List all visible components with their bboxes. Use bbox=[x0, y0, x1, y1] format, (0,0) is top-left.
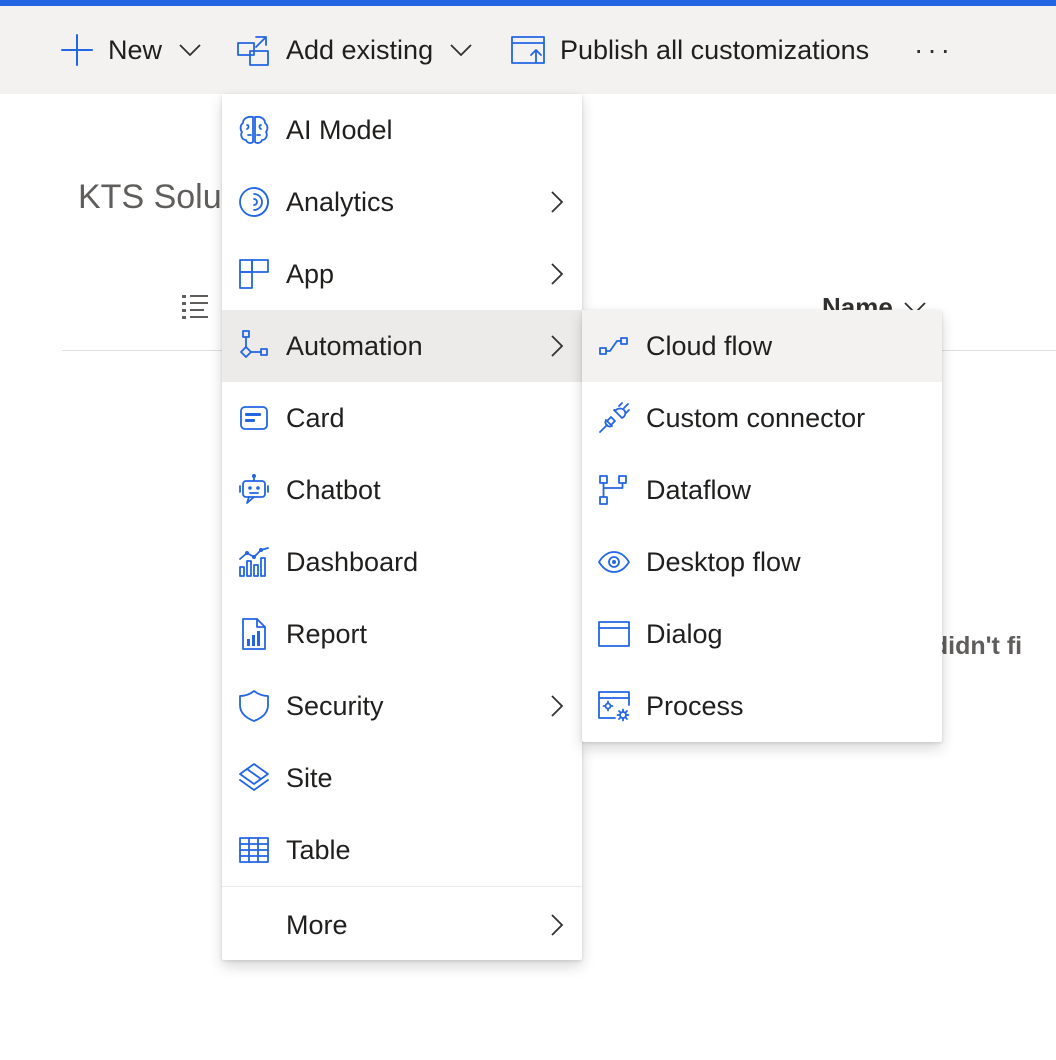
submenu-item-label: Dialog bbox=[646, 618, 723, 649]
menu-item-label: App bbox=[286, 258, 335, 289]
add-existing-menu: AI Model Analytics App Automation Card C… bbox=[222, 94, 582, 960]
add-existing-icon bbox=[237, 36, 269, 66]
menu-item-label: More bbox=[286, 909, 348, 940]
menu-item-label: Table bbox=[286, 834, 351, 865]
list-view-icon[interactable] bbox=[180, 292, 212, 320]
menu-item-label: Site bbox=[286, 762, 333, 793]
submenu-item-dataflow[interactable]: Dataflow bbox=[582, 454, 942, 526]
brain-icon bbox=[236, 112, 272, 148]
chevron-right-icon bbox=[551, 263, 564, 285]
publish-all-button[interactable]: Publish all customizations bbox=[510, 6, 869, 94]
menu-item-site[interactable]: Site bbox=[222, 742, 582, 814]
chevron-right-icon bbox=[551, 335, 564, 357]
submenu-item-label: Dataflow bbox=[646, 474, 752, 505]
submenu-item-desktop-flow[interactable]: Desktop flow bbox=[582, 526, 942, 598]
eye-icon bbox=[596, 544, 632, 580]
plug-icon bbox=[596, 400, 632, 436]
menu-item-label: Automation bbox=[286, 330, 423, 361]
menu-item-ai-model[interactable]: AI Model bbox=[222, 94, 582, 166]
menu-item-dashboard[interactable]: Dashboard bbox=[222, 526, 582, 598]
chevron-right-icon bbox=[551, 914, 564, 936]
submenu-item-label: Desktop flow bbox=[646, 546, 801, 577]
add-existing-label: Add existing bbox=[286, 34, 434, 65]
table-icon bbox=[236, 832, 272, 868]
menu-item-label: Report bbox=[286, 618, 368, 649]
submenu-item-dialog[interactable]: Dialog bbox=[582, 598, 942, 670]
menu-item-label: Card bbox=[286, 402, 345, 433]
menu-item-table[interactable]: Table bbox=[222, 814, 582, 886]
plus-icon bbox=[61, 34, 93, 66]
chevron-down-icon bbox=[450, 44, 472, 57]
publish-all-label: Publish all customizations bbox=[560, 34, 870, 65]
chevron-right-icon bbox=[551, 191, 564, 213]
chevron-down-icon bbox=[179, 44, 201, 57]
submenu-item-label: Cloud flow bbox=[646, 330, 773, 361]
menu-item-label: Chatbot bbox=[286, 474, 381, 505]
menu-item-chatbot[interactable]: Chatbot bbox=[222, 454, 582, 526]
automation-submenu: Cloud flow Custom connector Dataflow Des… bbox=[582, 310, 942, 742]
dashboard-icon bbox=[236, 544, 272, 580]
bot-icon bbox=[236, 472, 272, 508]
report-icon bbox=[236, 616, 272, 652]
dataflow-icon bbox=[596, 472, 632, 508]
menu-divider bbox=[222, 886, 582, 887]
menu-item-security[interactable]: Security bbox=[222, 670, 582, 742]
new-button-label: New bbox=[108, 34, 163, 65]
submenu-item-cloud-flow[interactable]: Cloud flow bbox=[582, 310, 942, 382]
site-icon bbox=[236, 760, 272, 796]
cloud-flow-icon bbox=[596, 328, 632, 364]
chevron-right-icon bbox=[551, 695, 564, 717]
more-options-icon[interactable]: ··· bbox=[914, 6, 954, 94]
shield-icon bbox=[236, 688, 272, 724]
menu-item-report[interactable]: Report bbox=[222, 598, 582, 670]
publish-icon bbox=[511, 36, 545, 64]
process-icon bbox=[596, 688, 632, 724]
submenu-item-label: Process bbox=[646, 690, 744, 721]
menu-item-label: Analytics bbox=[286, 186, 395, 217]
menu-item-analytics[interactable]: Analytics bbox=[222, 166, 582, 238]
menu-item-label: Dashboard bbox=[286, 546, 419, 577]
page-title: KTS Solut bbox=[78, 178, 232, 216]
submenu-item-process[interactable]: Process bbox=[582, 670, 942, 742]
submenu-item-label: Custom connector bbox=[646, 402, 866, 433]
app-grid-icon bbox=[236, 256, 272, 292]
menu-item-card[interactable]: Card bbox=[222, 382, 582, 454]
menu-item-label: AI Model bbox=[286, 114, 393, 145]
submenu-item-custom-connector[interactable]: Custom connector bbox=[582, 382, 942, 454]
card-icon bbox=[236, 400, 272, 436]
analytics-icon bbox=[236, 184, 272, 220]
menu-item-app[interactable]: App bbox=[222, 238, 582, 310]
flow-icon bbox=[236, 328, 272, 364]
menu-item-automation[interactable]: Automation bbox=[222, 310, 582, 382]
add-existing-button[interactable]: Add existing bbox=[236, 6, 473, 94]
window-icon bbox=[596, 616, 632, 652]
new-button[interactable]: New bbox=[60, 6, 202, 94]
menu-item-more[interactable]: More bbox=[222, 889, 582, 961]
menu-item-label: Security bbox=[286, 690, 384, 721]
